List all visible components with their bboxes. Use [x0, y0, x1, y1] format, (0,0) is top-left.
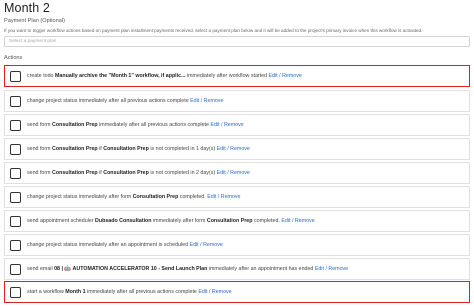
remove-link[interactable]: Remove	[230, 170, 250, 176]
remove-link[interactable]: Remove	[295, 218, 315, 224]
action-description: change project status immediately after …	[27, 194, 240, 201]
action-checkbox[interactable]	[10, 71, 21, 82]
remove-link[interactable]: Remove	[224, 122, 244, 128]
action-text: immediately after workflow started	[185, 73, 269, 79]
action-description: send form Consultation Prep if Consultat…	[27, 170, 250, 177]
action-item-name: Consultation Prep	[52, 146, 98, 152]
action-item-name: Manually archive the "Month 1" workflow,…	[54, 73, 186, 79]
remove-link[interactable]: Remove	[328, 266, 348, 272]
payment-plan-help-text: If you want to trigger workflow actions …	[4, 28, 423, 33]
page-title: Month 2	[4, 1, 50, 15]
remove-link[interactable]: Remove	[203, 242, 223, 248]
action-description: change project status immediately after …	[27, 98, 223, 105]
action-row: send form Consultation Prep if Consultat…	[4, 138, 470, 160]
remove-link[interactable]: Remove	[212, 289, 232, 295]
action-text: immediately after form	[151, 218, 207, 224]
action-description: send form Consultation Prep if Consultat…	[27, 146, 250, 153]
action-description: start a workflow Month 1 immediately aft…	[27, 289, 232, 296]
action-text: change project status immediately after …	[27, 98, 191, 104]
action-text: send form	[27, 146, 53, 152]
action-item-name: Consultation Prep	[206, 218, 253, 224]
action-text: send form	[27, 122, 53, 128]
remove-link[interactable]: Remove	[230, 146, 250, 152]
action-checkbox[interactable]	[10, 120, 21, 131]
action-row: start a workflow Month 1 immediately aft…	[4, 281, 470, 303]
edit-link[interactable]: Edit	[217, 146, 226, 152]
action-description: send form Consultation Prep immediately …	[27, 122, 244, 129]
action-text: is not completed in 1 day(s)	[148, 146, 217, 152]
action-description: send appointment scheduler Dubsado Consu…	[27, 218, 315, 225]
action-row: create todo Manually archive the "Month …	[4, 65, 470, 87]
edit-link[interactable]: Edit	[190, 242, 199, 248]
action-row: send appointment scheduler Dubsado Consu…	[4, 210, 470, 232]
action-item-name: Consultation Prep	[132, 194, 179, 200]
action-text: change project status immediately after …	[27, 242, 190, 248]
action-text: completed.	[252, 218, 282, 224]
remove-link[interactable]: Remove	[282, 73, 302, 79]
action-row: send form Consultation Prep immediately …	[4, 114, 470, 136]
action-item-name: Dubsado Consultation	[95, 218, 152, 224]
action-text: immediately after an appointment has end…	[207, 266, 315, 272]
action-text: create todo	[27, 73, 55, 79]
edit-link[interactable]: Edit	[210, 122, 219, 128]
action-checkbox[interactable]	[10, 240, 21, 251]
action-text: send email	[27, 266, 55, 272]
edit-link[interactable]: Edit	[269, 73, 278, 79]
edit-link[interactable]: Edit	[207, 194, 216, 200]
action-text: start a workflow	[27, 289, 66, 295]
action-checkbox[interactable]	[10, 144, 21, 155]
action-row: send email 08 | 🤖 AUTOMATION ACCELERATOR…	[4, 258, 470, 280]
action-text: is not completed in 2 day(s)	[148, 170, 217, 176]
action-text: completed.	[178, 194, 208, 200]
action-checkbox[interactable]	[10, 264, 21, 275]
edit-link[interactable]: Edit	[217, 170, 226, 176]
remove-link[interactable]: Remove	[221, 194, 241, 200]
action-item-name: 08 |	[54, 266, 65, 272]
action-row: change project status immediately after …	[4, 90, 470, 112]
action-text: immediately after all previous actions c…	[85, 289, 199, 295]
action-description: change project status immediately after …	[27, 242, 223, 249]
action-text: immediately after all previous actions c…	[97, 122, 211, 128]
action-checkbox[interactable]	[10, 287, 21, 298]
edit-link[interactable]: Edit	[315, 266, 324, 272]
action-description: create todo Manually archive the "Month …	[27, 73, 302, 80]
action-item-name: Consultation Prep	[52, 122, 98, 128]
action-text: send form	[27, 170, 53, 176]
action-item-name: Month 1	[65, 289, 86, 295]
action-text: send appointment scheduler	[27, 218, 96, 224]
action-text: change project status immediately after …	[27, 194, 133, 200]
action-row: change project status immediately after …	[4, 234, 470, 256]
action-row: send form Consultation Prep if Consultat…	[4, 162, 470, 184]
action-checkbox[interactable]	[10, 216, 21, 227]
action-checkbox[interactable]	[10, 168, 21, 179]
action-description: send email 08 | 🤖 AUTOMATION ACCELERATOR…	[27, 266, 348, 273]
action-checkbox[interactable]	[10, 192, 21, 203]
action-item-name: Consultation Prep	[52, 170, 98, 176]
payment-plan-label: Payment Plan (Optional)	[4, 18, 65, 24]
action-row: change project status immediately after …	[4, 186, 470, 208]
action-item-name: Consultation Prep	[103, 170, 149, 176]
actions-label: Actions	[4, 55, 23, 61]
remove-link[interactable]: Remove	[204, 98, 224, 104]
action-item-name: AUTOMATION ACCELERATOR 10 - Send Launch …	[71, 266, 208, 272]
action-item-name: Consultation Prep	[103, 146, 149, 152]
edit-link[interactable]: Edit	[281, 218, 290, 224]
action-checkbox[interactable]	[10, 96, 21, 107]
payment-plan-select[interactable]	[4, 36, 470, 47]
edit-link[interactable]: Edit	[190, 98, 199, 104]
